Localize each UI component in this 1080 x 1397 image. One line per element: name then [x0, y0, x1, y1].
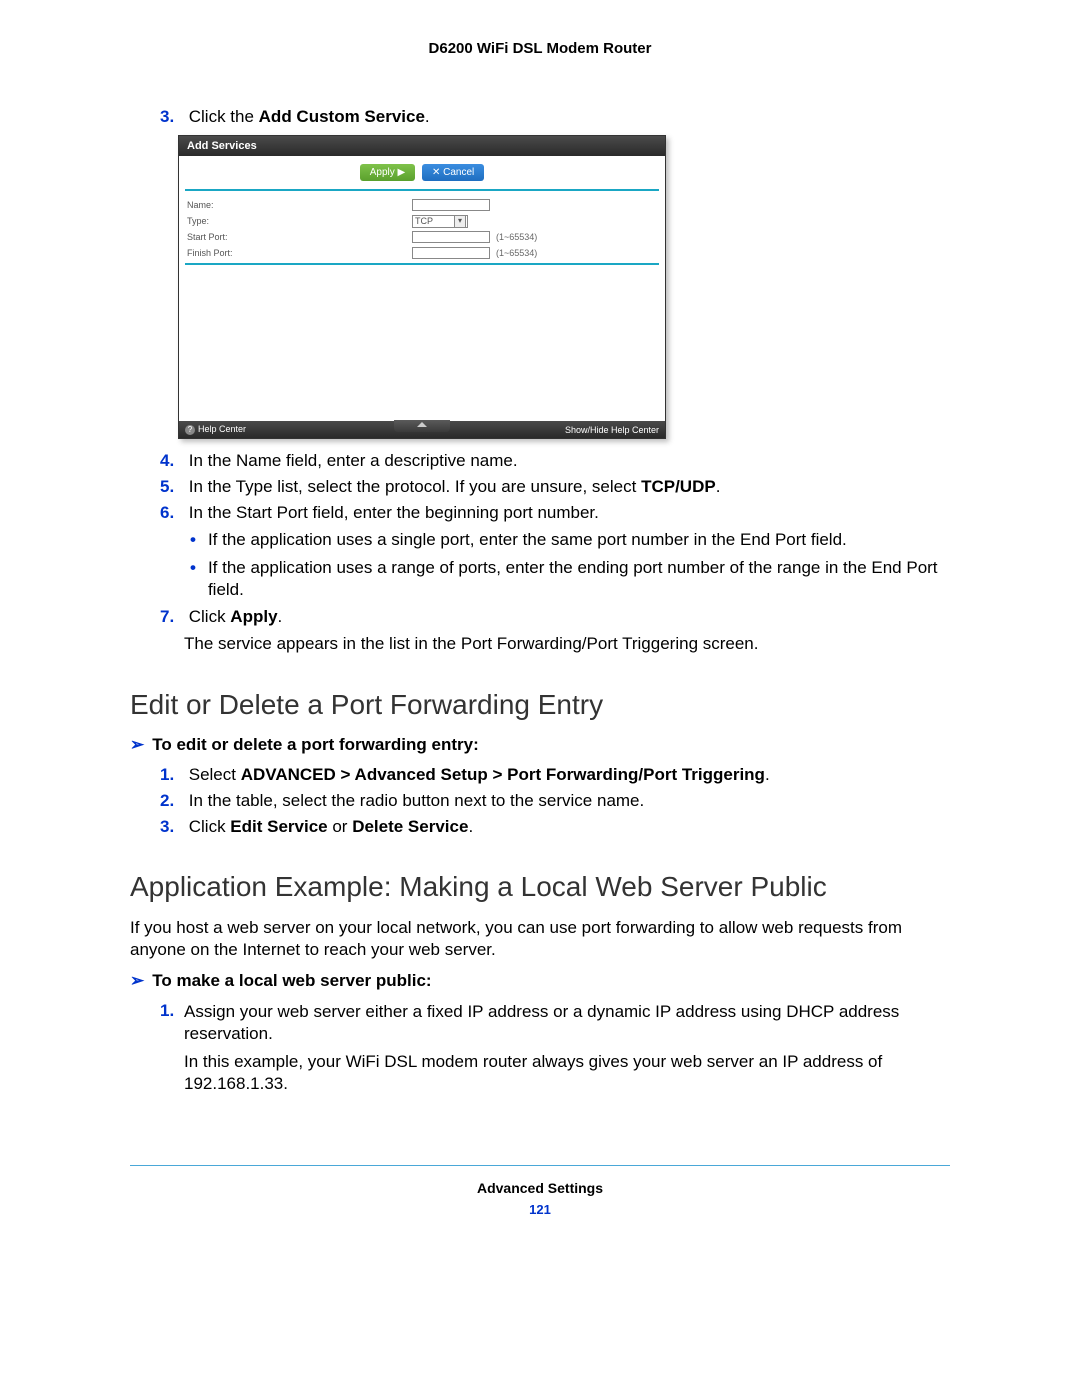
- step-number: 3.: [160, 107, 184, 127]
- label-start: Start Port:: [187, 232, 412, 242]
- step-number: 4.: [160, 451, 184, 471]
- screenshot-toolbar: Apply ▶ ✕ Cancel: [179, 156, 665, 189]
- type-select[interactable]: TCP ▾: [412, 215, 468, 228]
- app-step-1: 1. Assign your web server either a fixed…: [160, 1001, 950, 1045]
- form-row-name: Name:: [187, 197, 657, 213]
- edit-step-1: 1. Select ADVANCED > Advanced Setup > Po…: [160, 765, 950, 785]
- help-icon: ?: [185, 425, 195, 435]
- step-5: 5. In the Type list, select the protocol…: [160, 477, 950, 497]
- apply-button[interactable]: Apply ▶: [360, 164, 415, 181]
- step-bold: ADVANCED > Advanced Setup > Port Forward…: [241, 765, 765, 784]
- edit-step-3: 3. Click Edit Service or Delete Service.: [160, 817, 950, 837]
- form-row-type: Type: TCP ▾: [187, 213, 657, 229]
- expand-tab-icon[interactable]: [394, 420, 450, 432]
- screenshot-title: Add Services: [179, 136, 665, 156]
- step-mid: or: [328, 817, 353, 836]
- label-finish: Finish Port:: [187, 248, 412, 258]
- arrow-icon: ➢: [130, 971, 144, 990]
- page-footer: Advanced Settings 121: [130, 1165, 950, 1217]
- help-center[interactable]: ?Help Center: [185, 424, 246, 435]
- form-row-start: Start Port: (1~65534): [187, 229, 657, 245]
- step-number: 1.: [160, 765, 184, 785]
- doc-header: D6200 WiFi DSL Modem Router: [130, 40, 950, 57]
- heading-edit-delete: Edit or Delete a Port Forwarding Entry: [130, 689, 950, 721]
- step-bold: Add Custom Service: [259, 107, 425, 126]
- step-bold-2: Delete Service: [352, 817, 468, 836]
- step-bold: TCP/UDP: [641, 477, 716, 496]
- finish-port-input[interactable]: [412, 247, 490, 259]
- step-text: Click the: [189, 107, 259, 126]
- step-text: In the Type list, select the protocol. I…: [189, 477, 641, 496]
- step-number: 1.: [160, 1001, 184, 1045]
- task-web-server: ➢ To make a local web server public:: [130, 971, 950, 991]
- step-text-post: .: [278, 607, 283, 626]
- name-input[interactable]: [412, 199, 490, 211]
- heading-app-example: Application Example: Making a Local Web …: [130, 871, 950, 903]
- type-value: TCP: [415, 216, 433, 226]
- step-text: Select: [189, 765, 241, 784]
- task-edit-delete: ➢ To edit or delete a port forwarding ent…: [130, 735, 950, 755]
- step-text: In the Start Port field, enter the begin…: [189, 503, 599, 522]
- hint-finish: (1~65534): [496, 248, 537, 258]
- bullet-text: If the application uses a single port, e…: [208, 529, 950, 551]
- step-text-post: .: [716, 477, 721, 496]
- step-text: In the Name field, enter a descriptive n…: [189, 451, 518, 470]
- step-4: 4. In the Name field, enter a descriptiv…: [160, 451, 950, 471]
- task-text: To edit or delete a port forwarding entr…: [152, 735, 479, 754]
- bullet-icon: •: [190, 529, 196, 551]
- arrow-icon: ➢: [130, 735, 144, 754]
- task-text: To make a local web server public:: [152, 971, 431, 990]
- step-text: Assign your web server either a fixed IP…: [184, 1001, 950, 1045]
- step-number: 2.: [160, 791, 184, 811]
- screenshot-form: Name: Type: TCP ▾ Start Port: (1~65534) …: [179, 191, 665, 263]
- step-text-post: .: [765, 765, 770, 784]
- label-name: Name:: [187, 200, 412, 210]
- step-text-post: .: [425, 107, 430, 126]
- step-text: Click: [189, 607, 231, 626]
- bullet-icon: •: [190, 557, 196, 601]
- step-number: 3.: [160, 817, 184, 837]
- toggle-help[interactable]: Show/Hide Help Center: [565, 425, 659, 435]
- step-text: Click: [189, 817, 231, 836]
- step-text: In the table, select the radio button ne…: [189, 791, 645, 810]
- step-number: 7.: [160, 607, 184, 627]
- footer-rule: [130, 1165, 950, 1166]
- hint-start: (1~65534): [496, 232, 537, 242]
- step-3: 3. Click the Add Custom Service.: [160, 107, 950, 127]
- screenshot-body: [179, 265, 665, 421]
- edit-step-2: 2. In the table, select the radio button…: [160, 791, 950, 811]
- step-text-post: .: [468, 817, 473, 836]
- form-row-finish: Finish Port: (1~65534): [187, 245, 657, 261]
- label-type: Type:: [187, 216, 412, 226]
- footer-page-number: 121: [130, 1202, 950, 1217]
- footer-section: Advanced Settings: [130, 1180, 950, 1196]
- bullet-1: • If the application uses a single port,…: [190, 529, 950, 551]
- cancel-button[interactable]: ✕ Cancel: [422, 164, 484, 181]
- step-number: 6.: [160, 503, 184, 523]
- start-port-input[interactable]: [412, 231, 490, 243]
- chevron-down-icon: ▾: [454, 215, 466, 228]
- app-intro: If you host a web server on your local n…: [130, 917, 950, 961]
- bullet-text: If the application uses a range of ports…: [208, 557, 950, 601]
- step-7: 7. Click Apply.: [160, 607, 950, 627]
- bullet-2: • If the application uses a range of por…: [190, 557, 950, 601]
- step-bold: Apply: [230, 607, 277, 626]
- screenshot-footer: ?Help Center Show/Hide Help Center: [179, 421, 665, 438]
- step-number: 5.: [160, 477, 184, 497]
- manual-page: D6200 WiFi DSL Modem Router 3. Click the…: [0, 0, 1080, 1247]
- step-7-followup: The service appears in the list in the P…: [184, 633, 950, 655]
- add-services-screenshot: Add Services Apply ▶ ✕ Cancel Name: Type…: [178, 135, 666, 439]
- app-step-1-followup: In this example, your WiFi DSL modem rou…: [184, 1051, 950, 1095]
- help-center-label: Help Center: [198, 424, 246, 434]
- step-6: 6. In the Start Port field, enter the be…: [160, 503, 950, 523]
- step-bold-1: Edit Service: [230, 817, 327, 836]
